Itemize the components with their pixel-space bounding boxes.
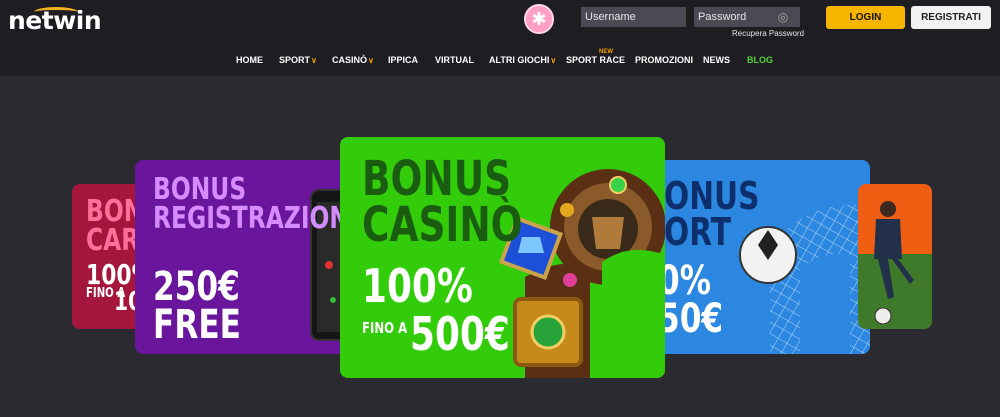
netwin-logo[interactable]: netwin — [8, 6, 102, 36]
promo-card-soccer[interactable] — [858, 184, 932, 329]
nav-news[interactable]: NEWS — [703, 55, 730, 65]
promo-card-bonus-sport[interactable]: ONUS ORT 0% 50€ — [650, 160, 870, 354]
nav-ippica[interactable]: IPPICA — [388, 55, 418, 65]
promo-card-bonus-carta[interactable]: BONUS CART 100% FINO A 10 — [72, 184, 142, 329]
register-button[interactable]: REGISTRATI — [911, 6, 991, 29]
show-password-icon[interactable]: ◎ — [775, 9, 791, 25]
nav-blog[interactable]: BLOG — [747, 55, 773, 65]
login-button[interactable]: LOGIN — [826, 6, 905, 29]
username-input[interactable] — [581, 7, 686, 27]
nav-home[interactable]: HOME — [236, 55, 263, 65]
promo-card-bonus-casino[interactable]: BONUS CASINÒ 100% FINO A 500€ — [340, 137, 665, 378]
recupera-password-link[interactable]: Recupera Password — [732, 29, 804, 38]
nav-sport-race[interactable]: SPORT RACE — [566, 55, 625, 65]
fortune-wheel-icon[interactable]: ✱ — [524, 4, 554, 34]
nav-virtual[interactable]: VIRTUAL — [435, 55, 474, 65]
chevron-down-icon: ∨ — [368, 56, 374, 65]
soccer-player-illustration — [858, 201, 932, 329]
nav-casino[interactable]: CASINÒ∨ — [332, 55, 374, 65]
chevron-down-icon: ∨ — [311, 56, 317, 65]
nav-sport[interactable]: SPORT∨ — [279, 55, 317, 65]
promo-card-bonus-registrazione[interactable]: BONUS REGISTRAZIONE 250€ FREE — [135, 160, 357, 354]
chevron-down-icon: ∨ — [550, 56, 557, 65]
nav-altri-giochi[interactable]: ALTRI GIOCHI∨ — [489, 55, 556, 65]
header-bar: netwin ✱ ◎ Recupera Password LOGIN REGIS… — [0, 0, 1000, 76]
nav-promozioni[interactable]: PROMOZIONI — [635, 55, 693, 65]
new-badge: NEW — [599, 49, 613, 55]
logo-swoosh-icon — [34, 7, 78, 17]
